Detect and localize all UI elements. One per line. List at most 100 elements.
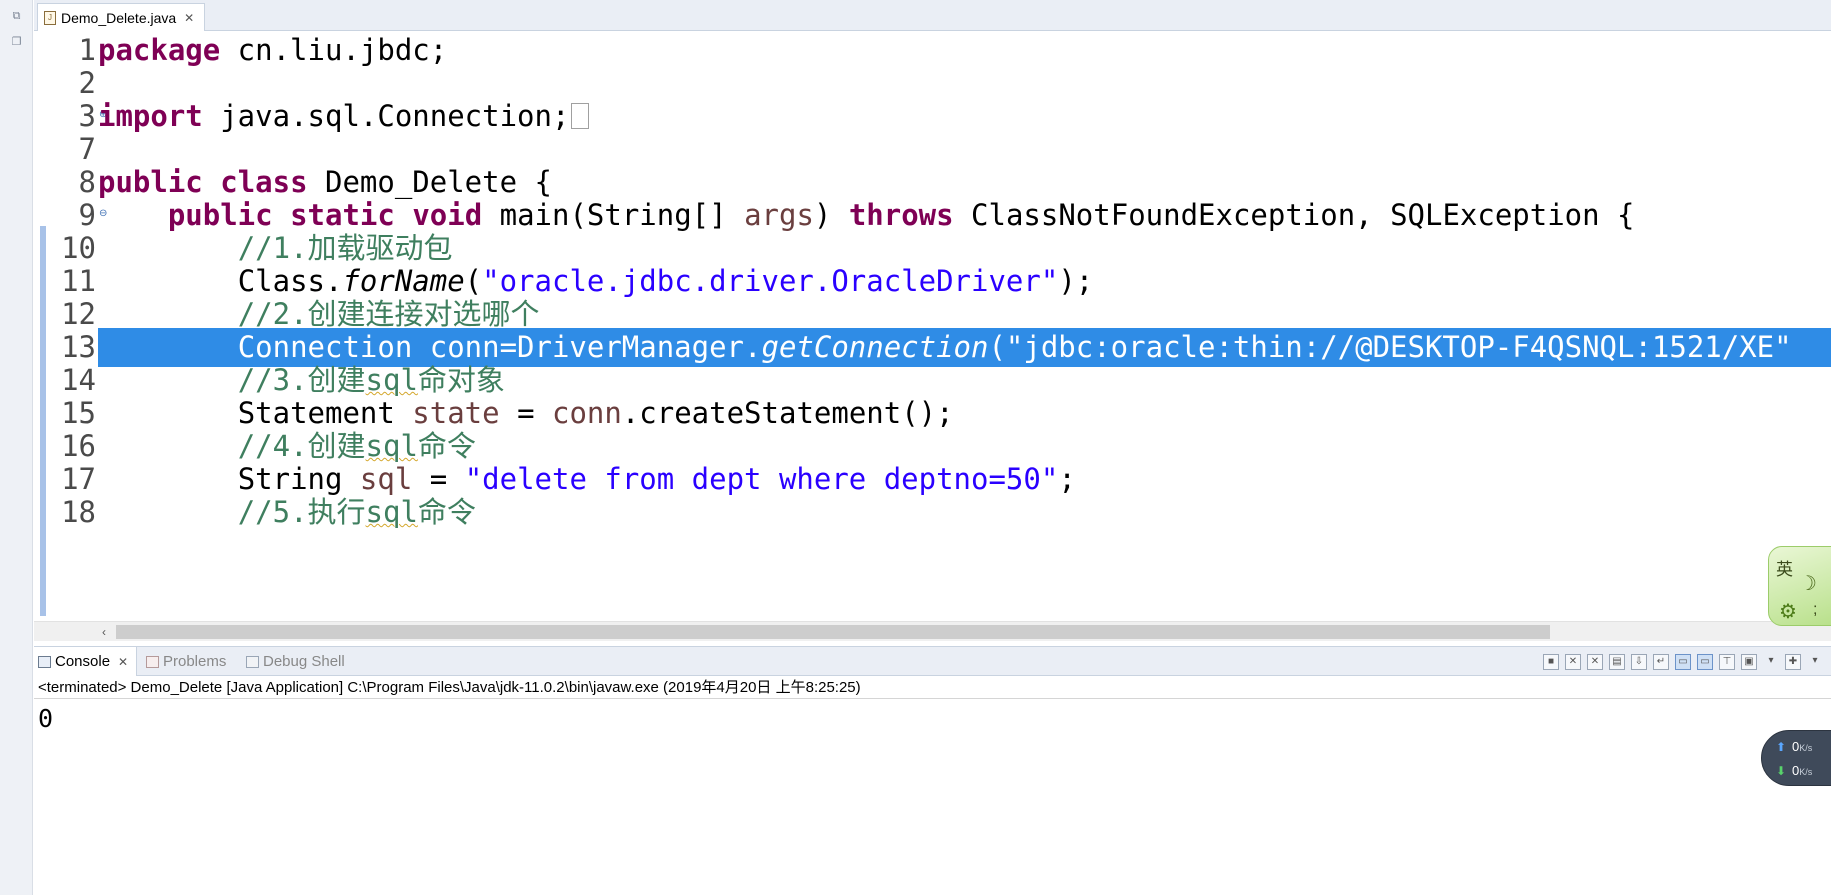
download-speed: ⬇ 0K/s	[1776, 761, 1812, 781]
variable: args	[744, 198, 814, 232]
ime-widget[interactable]: 英 ☽ ⚙ ;	[1768, 546, 1831, 626]
gear-icon[interactable]: ⚙	[1779, 599, 1797, 624]
code-line-18: //5.执行sql命令	[98, 493, 1831, 532]
line-number-gutter: 1 2 3 7 8 9 10 11 12 13 14 15 16 17 18 ⊕…	[48, 31, 107, 621]
code-text: Connection conn=DriverManager.	[237, 330, 762, 364]
keyword: class	[220, 165, 308, 199]
code-editor[interactable]: 1 2 3 7 8 9 10 11 12 13 14 15 16 17 18 ⊕…	[34, 31, 1831, 621]
code-text: ("jdbc:oracle:thin://@DESKTOP-F4QSNQL:15…	[988, 330, 1792, 364]
tab-console-label: Console	[55, 653, 111, 670]
tab-problems-label: Problems	[163, 653, 227, 670]
upload-speed: ⬆ 0K/s	[1776, 737, 1812, 757]
change-ruler	[34, 31, 48, 621]
editor-tab-demo-delete[interactable]: J Demo_Delete.java ✕	[37, 3, 206, 31]
variable: sql	[359, 462, 413, 496]
speed-unit: K/s	[1799, 767, 1813, 777]
remove-launch-icon[interactable]: ✕	[1565, 654, 1581, 670]
keyword: package	[98, 33, 221, 67]
code-text: ;	[1058, 462, 1076, 496]
code-text: .createStatement();	[621, 396, 954, 430]
scrollbar-thumb[interactable]	[116, 625, 1550, 639]
method-name: forName	[342, 264, 465, 298]
keyword: public	[98, 165, 203, 199]
console-output-area[interactable]: 0	[34, 700, 1831, 895]
show-on-stderr-icon[interactable]: ▭	[1697, 654, 1713, 670]
keyword: void	[412, 198, 483, 232]
comment: 命对象	[417, 363, 505, 397]
comment: //5.执行	[237, 495, 366, 529]
terminate-icon[interactable]: ■	[1543, 654, 1559, 670]
restore-icon[interactable]: ⧉	[6, 6, 27, 26]
code-text: );	[1058, 264, 1094, 298]
tab-problems[interactable]: Problems	[146, 647, 226, 676]
show-on-stdout-icon[interactable]: ▭	[1675, 654, 1691, 670]
package-explorer-icon[interactable]: ❐	[6, 32, 27, 52]
chevron-down-icon[interactable]: ▾	[1807, 654, 1823, 670]
string-literal: "delete from dept where deptno=50"	[464, 462, 1059, 496]
chevron-down-icon[interactable]: ▾	[1763, 654, 1779, 670]
keyword: public	[167, 198, 273, 232]
string-literal: "oracle.jdbc.driver.OracleDriver"	[482, 264, 1059, 298]
comment: 命令	[417, 429, 476, 463]
line-number: 18	[61, 495, 96, 529]
console-output-text: 0	[38, 704, 54, 733]
java-file-icon: J	[44, 10, 56, 25]
code-line-1: package cn.liu.jbdc;	[98, 31, 1831, 70]
code-text: java.sql.Connection;	[202, 99, 570, 133]
scroll-lock-icon[interactable]: ⇩	[1631, 654, 1647, 670]
variable: conn	[552, 396, 622, 430]
code-text: main(String[]	[482, 198, 745, 232]
scroll-left-icon[interactable]: ‹	[96, 623, 112, 641]
problems-icon	[146, 655, 159, 668]
console-launch-info: <terminated> Demo_Delete [Java Applicati…	[34, 677, 1831, 699]
folded-imports-box[interactable]	[571, 103, 590, 129]
display-console-icon[interactable]: ▣	[1741, 654, 1757, 670]
tab-debug-shell-label: Debug Shell	[263, 653, 345, 670]
code-text: String	[237, 462, 360, 496]
close-icon[interactable]: ✕	[118, 655, 128, 669]
keyword: import	[98, 99, 203, 133]
spelling-warning: sql	[365, 363, 418, 397]
remove-all-terminated-icon[interactable]: ✕	[1587, 654, 1603, 670]
keyword: static	[290, 198, 395, 232]
change-marker	[40, 226, 46, 616]
tab-debug-shell[interactable]: Debug Shell	[246, 647, 345, 676]
console-toolbar: ■ ✕ ✕ ▤ ⇩ ↵ ▭ ▭ ⊤ ▣ ▾ ✚ ▾	[1543, 651, 1823, 673]
code-text[interactable]: package cn.liu.jbdc; import java.sql.Con…	[98, 31, 1831, 621]
word-wrap-icon[interactable]: ↵	[1653, 654, 1669, 670]
code-text: ClassNotFoundException, SQLException {	[953, 198, 1635, 232]
pin-console-icon[interactable]: ⊤	[1719, 654, 1735, 670]
left-trim-bar: ⧉ ❐	[0, 0, 33, 895]
code-text: =	[412, 462, 465, 496]
code-text: cn.liu.jbdc;	[220, 33, 448, 67]
code-text: (	[464, 264, 483, 298]
comment: 命令	[417, 495, 476, 529]
download-arrow-icon: ⬇	[1776, 764, 1787, 778]
comment: //2.创建连接对选哪个	[237, 297, 540, 331]
editor-tab-label: Demo_Delete.java	[61, 9, 177, 26]
horizontal-scrollbar[interactable]: ‹	[34, 621, 1831, 641]
spelling-warning: sql	[365, 495, 418, 529]
method-name: getConnection	[761, 330, 989, 364]
speed-unit: K/s	[1799, 743, 1813, 753]
ime-language-label: 英	[1776, 560, 1793, 579]
keyword: throws	[848, 198, 954, 232]
open-console-icon[interactable]: ✚	[1785, 654, 1801, 670]
code-text: )	[813, 198, 849, 232]
punctuation-mode: ;	[1813, 601, 1818, 618]
variable: state	[412, 396, 500, 430]
upload-arrow-icon: ⬆	[1776, 740, 1787, 754]
editor-tab-bar: J Demo_Delete.java ✕	[34, 0, 1831, 31]
network-speed-widget[interactable]: ⬆ 0K/s ⬇ 0K/s	[1761, 730, 1831, 786]
console-tab-bar: Console ✕ Problems Debug Shell ■ ✕ ✕ ▤ ⇩…	[34, 646, 1831, 676]
code-line-3: import java.sql.Connection;	[98, 97, 1831, 136]
code-text: =	[499, 396, 552, 430]
close-icon[interactable]: ✕	[184, 11, 194, 25]
debug-shell-icon	[246, 655, 259, 668]
clear-console-icon[interactable]: ▤	[1609, 654, 1625, 670]
comment: //1.加载驱动包	[237, 231, 453, 265]
spelling-warning: sql	[365, 429, 418, 463]
code-text: Class.	[237, 264, 343, 298]
comment: //3.创建	[237, 363, 366, 397]
tab-console[interactable]: Console ✕	[34, 647, 138, 676]
